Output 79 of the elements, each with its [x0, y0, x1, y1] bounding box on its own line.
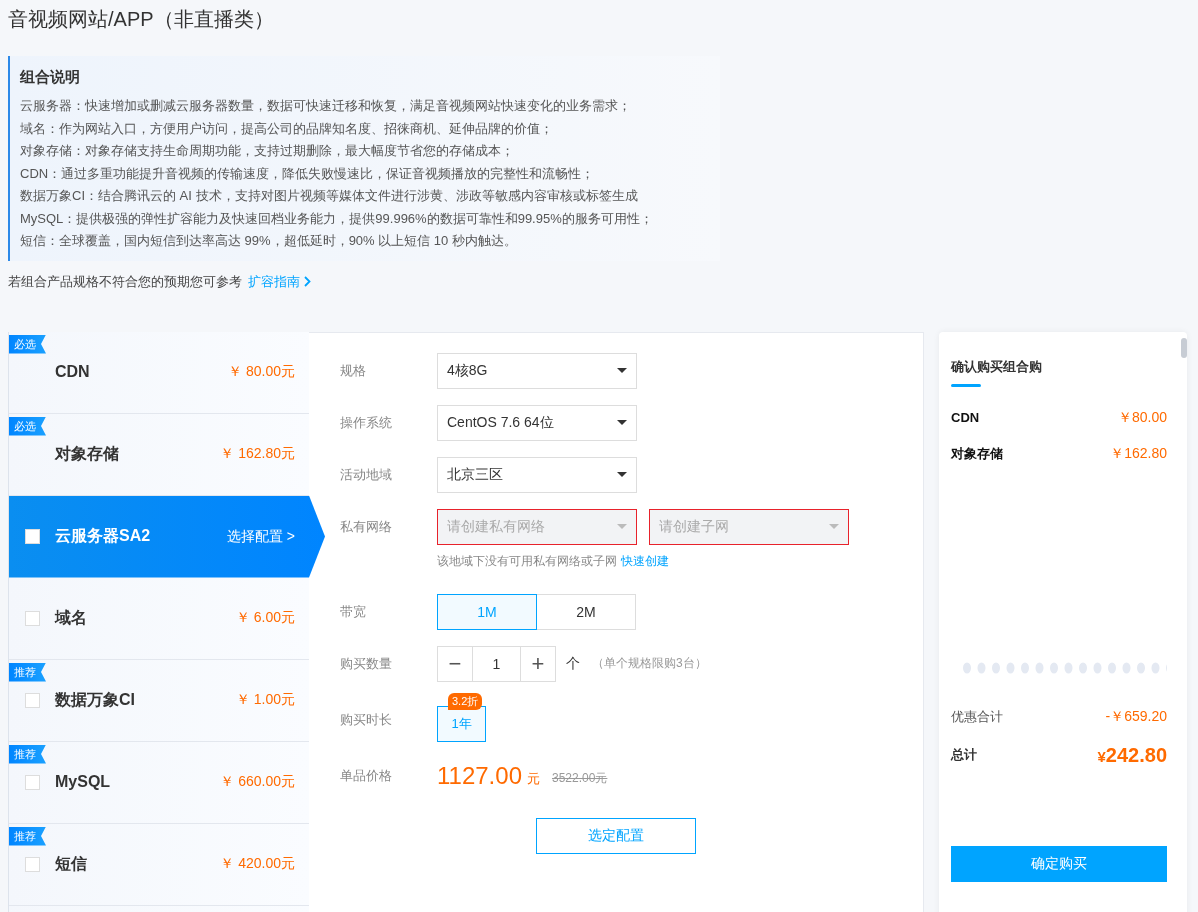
summary-item-price: ￥162.80: [1110, 444, 1167, 463]
description-line: 对象存储：对象存储支持生命周期功能，支持过期删除，最大幅度节省您的存储成本；: [20, 142, 515, 160]
checkbox[interactable]: [25, 692, 40, 708]
original-price: 3522.00元: [552, 770, 608, 787]
field-label: 带宽: [340, 602, 367, 621]
unit-price: 1127.00: [437, 761, 522, 790]
field-label: 活动地域: [340, 465, 393, 484]
product-name: 短信: [55, 853, 88, 874]
description-line: 数据万象CI：结合腾讯云的 AI 技术，支持对图片视频等媒体文件进行涉黄、涉政等敏感内容审核或标签生成: [20, 187, 639, 205]
unit-text: 个: [566, 654, 580, 673]
product-price: ￥ 162.80元: [220, 445, 295, 463]
product-name: 域名: [55, 607, 88, 628]
field-label: 规格: [340, 361, 367, 380]
configure-link[interactable]: 选择配置 >: [226, 527, 295, 546]
title-underline: [951, 383, 981, 387]
product-price: ￥ 420.00元: [220, 855, 295, 873]
product-price: ￥ 80.00元: [228, 363, 295, 381]
field-label: 购买时长: [340, 710, 393, 729]
tag-label: 推荐: [9, 826, 46, 846]
description-title: 组合说明: [20, 68, 81, 87]
caret-icon: [829, 524, 839, 529]
checkbox[interactable]: [25, 610, 40, 626]
summary-title: 确认购买组合购: [951, 357, 1043, 376]
hint-text: 该地域下没有可用私有网络或子网: [437, 552, 617, 570]
caret-icon: [617, 420, 627, 425]
description-line: CDN：通过多重功能提升音视频的传输速度，降低失败慢速比，保证音视频播放的完整性和流畅性；: [20, 164, 596, 183]
caret-icon: [617, 524, 627, 529]
product-name: 数据万象CI: [55, 689, 136, 710]
product-name: 云服务器SA2: [55, 526, 152, 546]
guide-text: 若组合产品规格不符合您的预期您可参考: [8, 272, 242, 291]
product-name: CDN: [55, 363, 91, 381]
select-field[interactable]: 北京三区: [437, 456, 637, 493]
product-price: ￥ 6.00元: [235, 609, 295, 627]
summary-item-name: 对象存储: [951, 444, 1003, 463]
tag-label: 推荐: [9, 662, 46, 682]
field-label: 购买数量: [340, 654, 393, 673]
product-item[interactable]: 推荐 MySQL ￥ 660.00元: [9, 741, 309, 824]
description-line: 短信：全球覆盖，国内短信到达率高达 99%，超低延时，90% 以上短信 10 秒内触达。: [20, 232, 518, 250]
field-label: 单品价格: [340, 766, 393, 785]
description-line: MySQL：提供极强的弹性扩容能力及快速回档业务能力，提供99.996%的数据可靠性和99.95%的服务可用性；: [20, 209, 654, 228]
checkbox[interactable]: [25, 774, 40, 790]
product-price: ￥ 1.00元: [235, 691, 295, 709]
caret-icon: [617, 472, 627, 477]
quantity-input[interactable]: 1: [473, 645, 520, 682]
select-field[interactable]: 4核8G: [437, 352, 637, 389]
product-price: ￥ 660.00元: [220, 773, 295, 791]
summary-item-price: ￥80.00: [1117, 408, 1167, 427]
product-item[interactable]: 推荐 短信 ￥ 420.00元: [9, 823, 309, 906]
plus-button[interactable]: +: [520, 645, 556, 682]
select-field[interactable]: CentOS 7.6 64位: [437, 404, 637, 441]
checkbox[interactable]: [25, 529, 40, 544]
product-name: 对象存储: [55, 443, 120, 464]
limit-note: （单个规格限购3台）: [592, 655, 707, 672]
summary-item-name: CDN: [951, 410, 980, 425]
page-title: 音视频网站/APP（非直播类）: [8, 7, 275, 32]
tag-label: 推荐: [9, 744, 46, 764]
checkbox[interactable]: [25, 856, 40, 872]
tag-label: 必选: [9, 334, 46, 354]
scrollbar-thumb[interactable]: [1181, 337, 1187, 358]
total-price: ¥242.80: [1097, 743, 1167, 767]
product-item[interactable]: 推荐 数据万象CI ￥ 1.00元: [9, 659, 309, 742]
field-label: 私有网络: [340, 517, 393, 536]
minus-button[interactable]: −: [437, 645, 473, 682]
discount-badge: 3.2折: [448, 692, 483, 710]
bandwidth-option[interactable]: 2M: [536, 593, 636, 630]
currency-unit: 元: [527, 769, 540, 788]
chevron-right-icon: [304, 276, 311, 287]
discount-value: -￥659.20: [1105, 707, 1167, 726]
tag-label: 必选: [9, 416, 46, 436]
total-label: 总计: [951, 746, 977, 764]
description-line: 域名：作为网站入口，方便用户访问，提高公司的品牌知名度、招徕商机、延伸品牌的价值；: [20, 119, 554, 138]
description-line: 云服务器：快速增加或删减云服务器数量，数据可快速迁移和恢复，满足音视频网站快速变化的业务需求；: [20, 97, 632, 115]
product-item[interactable]: 必选 CDN ￥ 80.00元: [9, 331, 309, 414]
discount-label: 优惠合计: [951, 707, 1003, 726]
product-item[interactable]: 必选 对象存储 ￥ 162.80元: [9, 413, 309, 496]
product-name: MySQL: [55, 773, 112, 791]
product-item[interactable]: 云服务器SA2 选择配置 >: [9, 495, 325, 578]
field-label: 操作系统: [340, 413, 393, 432]
caret-icon: [617, 368, 627, 373]
